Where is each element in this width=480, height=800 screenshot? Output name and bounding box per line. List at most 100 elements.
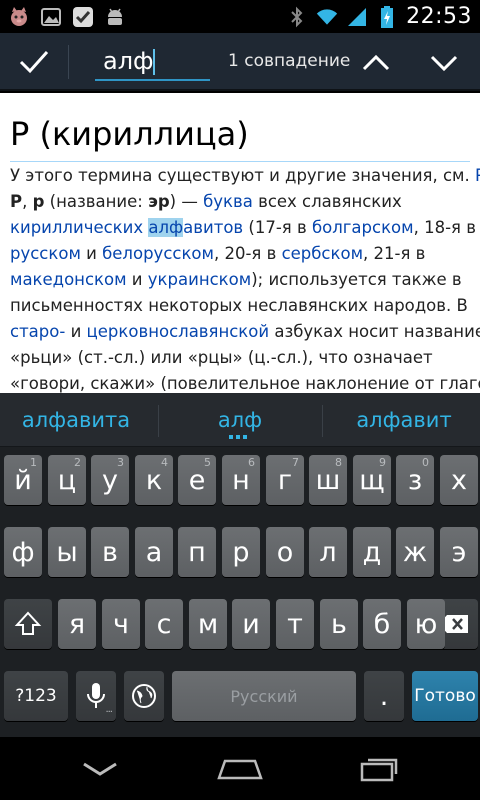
text-run: и [126, 270, 148, 289]
key-label: р [232, 536, 250, 568]
key-label: е [188, 464, 206, 496]
letter-key[interactable]: ц2 [48, 455, 86, 505]
suggestion-strip: алфавита алф алфавит [0, 393, 480, 447]
done-key[interactable]: Готово [412, 671, 478, 721]
letter-key[interactable]: к4 [135, 455, 173, 505]
key-label: п [188, 536, 206, 568]
text-run: (17-я в [243, 218, 312, 237]
suggestion-1[interactable]: алфавита [0, 393, 152, 447]
letter-key[interactable]: д [353, 527, 391, 577]
text-run: письменностях некоторых неславянских нар… [10, 296, 468, 315]
letter-key[interactable]: ь [320, 599, 358, 649]
bold-text: эр [148, 192, 170, 211]
key-label: с [156, 608, 172, 640]
key-label: и [242, 608, 260, 640]
check-app-icon [72, 6, 94, 28]
article-line: старо- и церковнославянской азбуках носи… [10, 319, 480, 345]
voice-input-key[interactable]: ··· [76, 671, 116, 721]
suggestion-3[interactable]: алфавит [328, 393, 480, 447]
article-link[interactable]: церковнославянской [87, 322, 270, 341]
article-link[interactable]: белорусском [102, 244, 214, 263]
article-link[interactable]: авитов [183, 218, 243, 237]
letter-key[interactable]: х [440, 455, 478, 505]
article-line: Р, р (название: эр) — буква всех славянс… [10, 189, 472, 215]
letter-key[interactable]: в [91, 527, 129, 577]
letter-key[interactable]: п [178, 527, 216, 577]
key-label: ы [56, 536, 78, 568]
text-caret [153, 49, 155, 75]
text-run: ) — [169, 192, 204, 211]
article-link[interactable]: Р. [475, 166, 480, 185]
battery-charging-icon [376, 5, 398, 28]
recent-apps-icon [360, 758, 398, 782]
bluetooth-icon [286, 6, 308, 28]
article-link[interactable]: кириллических [10, 218, 143, 237]
article-body: У этого термина существуют и другие знач… [10, 163, 480, 393]
text-run: и [80, 244, 103, 263]
letter-key[interactable]: о [266, 527, 304, 577]
text-run: «рьци» (ст.-сл.) или «рцы» (ц.-сл.), что… [10, 348, 433, 367]
key-label: ц [57, 464, 77, 496]
key-label: ч [113, 608, 129, 640]
letter-key[interactable]: м [189, 599, 227, 649]
letter-key[interactable]: е5 [178, 455, 216, 505]
article-link[interactable]: сербском [282, 244, 363, 263]
search-match-highlight[interactable]: алф [148, 218, 184, 237]
letter-key[interactable]: т [276, 599, 314, 649]
text-run: , 20-я в [213, 244, 282, 263]
symbols-key[interactable]: ?123 [4, 671, 68, 721]
done-check-button[interactable] [12, 42, 56, 82]
period-key[interactable]: . [364, 671, 404, 721]
letter-key[interactable]: й1 [4, 455, 42, 505]
letter-key[interactable]: б [363, 599, 401, 649]
divider [158, 405, 159, 437]
home-button[interactable] [210, 751, 270, 787]
soft-keyboard: ?123 ··· Русский . Готово й1ц2у3к4е5н6г7… [0, 447, 480, 737]
key-label: ю [414, 608, 438, 640]
article-link[interactable]: болгарском [312, 218, 414, 237]
letter-key[interactable]: ы [48, 527, 86, 577]
letter-key[interactable]: у3 [91, 455, 129, 505]
divider [68, 45, 69, 79]
letter-key[interactable]: ж [396, 527, 434, 577]
article-link[interactable]: русском [10, 244, 81, 263]
letter-key[interactable]: ш8 [309, 455, 347, 505]
back-button[interactable] [70, 751, 130, 787]
letter-key[interactable]: ч [102, 599, 140, 649]
letter-key[interactable]: р [222, 527, 260, 577]
text-run: , 21-я в [363, 244, 426, 263]
previous-match-button[interactable] [356, 45, 396, 79]
shift-key[interactable] [4, 599, 52, 649]
article-link[interactable]: старо- [10, 322, 65, 341]
letter-key[interactable]: ю [407, 599, 445, 649]
article-line: македонском и украинском); используется … [10, 267, 472, 293]
language-switch-key[interactable] [124, 671, 164, 721]
keyboard-hide-icon [83, 762, 117, 776]
next-match-button[interactable] [424, 45, 464, 79]
text-run: «говори, скажи» (повелительное наклонени… [10, 374, 480, 393]
recent-apps-button[interactable] [350, 751, 410, 787]
letter-key[interactable]: н6 [222, 455, 260, 505]
letter-key[interactable]: л [309, 527, 347, 577]
navigation-bar [0, 737, 480, 800]
letter-key[interactable]: с [145, 599, 183, 649]
space-bar[interactable]: Русский [172, 671, 356, 721]
key-hint: 7 [292, 456, 299, 469]
text-run: ); используется также в [251, 270, 462, 289]
text-run: У этого термина существуют и другие знач… [10, 166, 475, 185]
letter-key[interactable]: э [440, 527, 478, 577]
article-link[interactable]: македонском [10, 270, 127, 289]
letter-key[interactable]: щ9 [353, 455, 391, 505]
letter-key[interactable]: ф [4, 527, 42, 577]
find-input[interactable]: алф [95, 43, 210, 81]
key-label: д [362, 536, 382, 568]
letter-key[interactable]: а [135, 527, 173, 577]
shift-arrow-icon [14, 611, 42, 635]
article-link[interactable]: буква [203, 192, 253, 211]
letter-key[interactable]: з0 [396, 455, 434, 505]
letter-key[interactable]: и [232, 599, 270, 649]
article-link[interactable]: украинском [148, 270, 251, 289]
letter-key[interactable]: г7 [266, 455, 304, 505]
key-label: к [145, 464, 163, 496]
letter-key[interactable]: я [58, 599, 96, 649]
